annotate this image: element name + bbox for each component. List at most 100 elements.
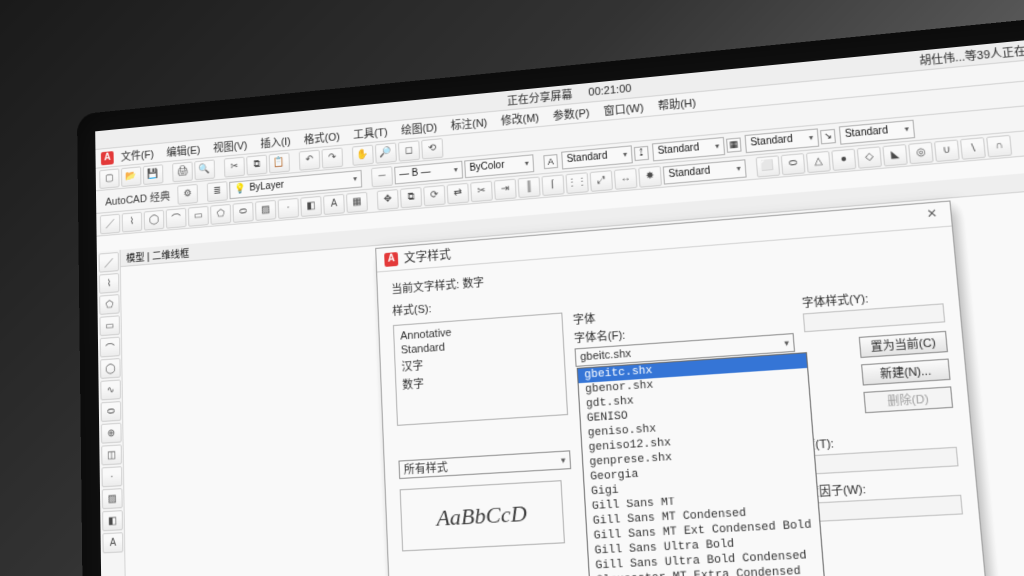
- copy-icon[interactable]: ⧉: [246, 154, 267, 175]
- menu-insert[interactable]: 插入(I): [254, 130, 296, 153]
- layer-props-icon[interactable]: ≣: [207, 181, 228, 202]
- text-style-dialog: A 文字样式 ✕ 当前文字样式: 数字 样式(S):: [375, 200, 989, 576]
- dialog-app-icon: A: [384, 252, 398, 267]
- region-icon[interactable]: ◧: [300, 195, 322, 216]
- solid-pyr-icon[interactable]: ◇: [857, 146, 882, 168]
- ltool-point-icon[interactable]: ·: [102, 466, 123, 487]
- table-icon[interactable]: ▦: [346, 191, 368, 212]
- ltool-rect-icon[interactable]: ▭: [99, 315, 120, 336]
- scale-icon[interactable]: ⤢: [590, 170, 613, 192]
- paste-icon[interactable]: 📋: [269, 152, 290, 173]
- delete-style-button: 删除(D): [863, 386, 953, 413]
- ltool-pline-icon[interactable]: ⌇: [99, 273, 119, 294]
- tablestyle-value: Standard: [744, 128, 819, 153]
- copy2-icon[interactable]: ⧉: [400, 186, 422, 207]
- new-style-button[interactable]: 新建(N)...: [861, 359, 951, 386]
- ltool-insert-icon[interactable]: ⊕: [101, 423, 122, 444]
- redo-icon[interactable]: ↷: [322, 147, 344, 168]
- print-icon[interactable]: 🖨: [172, 161, 193, 182]
- photo-background: 正在分享屏幕 00:21:00 胡仕伟...等39人正在观看 A 文件(F) 编…: [0, 0, 1024, 576]
- union-icon[interactable]: ∪: [934, 139, 960, 162]
- preview-box: AaBbCcD: [400, 480, 565, 551]
- solid-cone-icon[interactable]: △: [806, 150, 831, 172]
- arc-icon[interactable]: ⌒: [166, 207, 187, 228]
- zoom-icon[interactable]: 🔎: [375, 142, 397, 163]
- hatch-icon[interactable]: ▨: [255, 199, 276, 220]
- point-icon[interactable]: ·: [278, 197, 299, 218]
- line-icon[interactable]: ／: [100, 213, 120, 234]
- ltool-spline-icon[interactable]: ∿: [100, 379, 121, 400]
- fillet-icon[interactable]: ⌈: [541, 174, 564, 196]
- pan-icon[interactable]: ✋: [352, 144, 374, 165]
- lineweight-combo[interactable]: — B —: [394, 160, 463, 184]
- ltool-polygon-icon[interactable]: ⬠: [99, 294, 119, 315]
- mleader-icon: ↘: [820, 128, 836, 144]
- all-styles-section: 所有样式 AaBbCcD: [398, 450, 575, 551]
- workspace-gear-icon[interactable]: ⚙: [177, 183, 198, 204]
- workspace: ／ ⌇ ⬠ ▭ ⌒ ◯ ∿ ⬭ ⊕ ◫ · ▨ ◧ A 模: [97, 166, 1024, 576]
- color-combo[interactable]: ByColor: [464, 154, 534, 178]
- solid-box-icon[interactable]: ⬜: [756, 155, 781, 177]
- textstyle-value: Standard: [561, 145, 633, 169]
- set-current-button[interactable]: 置为当前(C): [859, 331, 948, 358]
- ltool-hatch-icon[interactable]: ▨: [102, 488, 123, 509]
- dimstyle-value: Standard: [652, 136, 725, 160]
- monitor-bezel: 正在分享屏幕 00:21:00 胡仕伟...等39人正在观看 A 文件(F) 编…: [77, 11, 1024, 576]
- extend-icon[interactable]: ⇥: [494, 178, 517, 200]
- offset-icon[interactable]: ║: [518, 176, 541, 198]
- ltool-circle-icon[interactable]: ◯: [100, 358, 121, 379]
- ltool-text-icon[interactable]: A: [102, 532, 123, 553]
- ellipse-icon[interactable]: ⬭: [233, 201, 254, 222]
- plot-preview-icon[interactable]: 🔍: [194, 159, 215, 180]
- font-column: 字体 字体名(F): gbeitc.shx gbeitc.shxgbenor.s…: [572, 296, 800, 431]
- ltool-arc-icon[interactable]: ⌒: [100, 337, 121, 358]
- all-styles-dropdown[interactable]: 所有样式: [398, 450, 571, 479]
- tablestyle-icon: ▦: [726, 137, 742, 152]
- app-logo-icon: A: [101, 151, 114, 165]
- all-styles-label: 所有样式: [403, 459, 448, 478]
- layer-bulb-icon: 💡: [234, 183, 246, 195]
- subtract-icon[interactable]: ∖: [960, 137, 986, 160]
- solid-cyl-icon[interactable]: ⬭: [781, 153, 806, 175]
- linetype-icon[interactable]: ─: [371, 166, 393, 187]
- circle-icon[interactable]: ◯: [144, 209, 165, 230]
- dialog-body: 当前文字样式: 数字 样式(S): AnnotativeStandard汉字数字: [377, 227, 980, 563]
- array-icon[interactable]: ⋮⋮: [565, 172, 588, 194]
- styles-listbox[interactable]: AnnotativeStandard汉字数字: [393, 313, 568, 426]
- workspace-label: AutoCAD 经典: [100, 187, 176, 209]
- drawing-canvas[interactable]: 模型 | 二维线框 A 文字样式 ✕ 当前文字样式: 数字: [121, 166, 1024, 576]
- explode-icon[interactable]: ✸: [638, 165, 662, 187]
- new-icon[interactable]: ▢: [99, 168, 119, 189]
- open-icon[interactable]: 📂: [121, 166, 141, 187]
- solid-wedge-icon[interactable]: ◣: [882, 144, 907, 167]
- trim-icon[interactable]: ✂: [470, 180, 493, 202]
- preview-text: AaBbCcD: [436, 500, 528, 532]
- move-icon[interactable]: ✥: [377, 189, 399, 210]
- mirror-icon[interactable]: ⇄: [447, 182, 470, 204]
- rotate-icon[interactable]: ⟳: [423, 184, 445, 205]
- ltool-line-icon[interactable]: ／: [99, 252, 119, 273]
- ltool-ellipse-icon[interactable]: ⬭: [101, 401, 122, 422]
- zoom-window-icon[interactable]: ◻: [398, 140, 420, 161]
- current-style-label: 当前文字样式:: [391, 279, 459, 296]
- save-icon[interactable]: 💾: [143, 164, 163, 185]
- solid-sphere-icon[interactable]: ●: [831, 148, 856, 170]
- font-name-listbox[interactable]: gbeitc.shxgbenor.shxgdt.shxGENISOgeniso.…: [577, 352, 829, 576]
- annotation-combo[interactable]: Standard: [663, 159, 747, 184]
- polyline-icon[interactable]: ⌇: [122, 211, 142, 232]
- ltool-region-icon[interactable]: ◧: [102, 510, 123, 531]
- stretch-icon[interactable]: ↔: [614, 167, 638, 189]
- close-icon[interactable]: ✕: [921, 205, 942, 225]
- text-icon[interactable]: A: [323, 193, 345, 214]
- undo-icon[interactable]: ↶: [299, 149, 320, 170]
- polygon-icon[interactable]: ⬠: [210, 203, 231, 224]
- layer-combo-value: ByLayer: [249, 180, 284, 194]
- intersect-icon[interactable]: ∩: [986, 134, 1012, 157]
- dimstyle-icon: ⟟: [634, 145, 649, 160]
- solid-torus-icon[interactable]: ◎: [908, 141, 934, 164]
- current-style-value: 数字: [462, 277, 484, 291]
- cut-icon[interactable]: ✂: [224, 156, 245, 177]
- ltool-block-icon[interactable]: ◫: [101, 444, 122, 465]
- zoom-prev-icon[interactable]: ⟲: [421, 138, 443, 159]
- rectangle-icon[interactable]: ▭: [188, 205, 209, 226]
